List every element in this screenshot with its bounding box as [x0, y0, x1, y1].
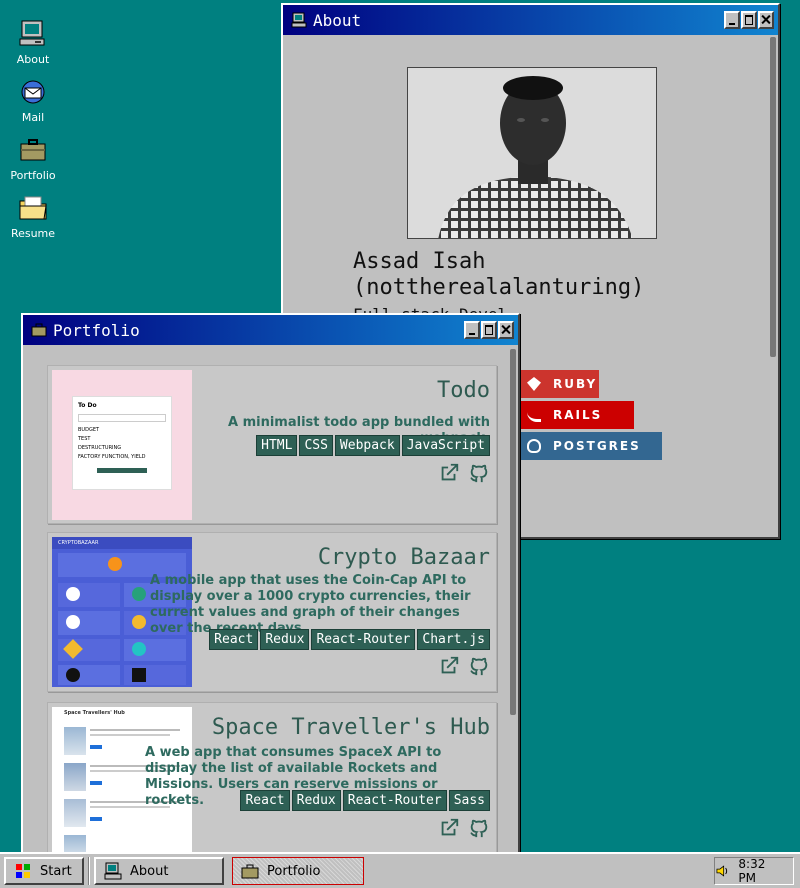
tech-tags: React Redux React-Router Sass: [240, 790, 490, 811]
windows-logo-icon: [16, 864, 30, 878]
briefcase-icon: [31, 323, 47, 337]
profile-photo: [407, 67, 657, 239]
folder-icon: [19, 196, 47, 220]
badge-label: RUBY: [553, 377, 598, 391]
todo-preview-item: FACTORY FUNCTION, YIELD: [78, 454, 146, 460]
badge-label: RAILS: [553, 408, 603, 422]
elephant-icon: [527, 439, 541, 453]
tech-tag: React-Router: [311, 629, 416, 650]
close-button[interactable]: [758, 11, 774, 29]
maximize-button[interactable]: [741, 11, 757, 29]
desktop-icon-resume[interactable]: Resume: [4, 192, 62, 240]
taskbar-item-portfolio[interactable]: Portfolio: [232, 857, 364, 885]
system-tray: 8:32 PM: [714, 857, 794, 885]
todo-preview-item: TEST: [78, 436, 91, 442]
desktop-icon-label: Mail: [21, 111, 45, 124]
rails-icon: [527, 408, 541, 422]
badge-rails: RAILS: [517, 401, 634, 429]
scrollbar[interactable]: [770, 37, 776, 357]
desktop-icon-portfolio[interactable]: Portfolio: [4, 134, 62, 182]
todo-preview-heading: To Do: [78, 402, 97, 409]
tech-tags: React Redux React-Router Chart.js: [209, 629, 490, 650]
project-card-crypto-bazaar: CRYPTOBAZAAR Crypto Bazaar A mobile app …: [47, 532, 497, 692]
taskbar-item-label: Portfolio: [267, 863, 321, 879]
project-links: [438, 655, 490, 677]
start-label: Start: [40, 863, 72, 879]
portfolio-window[interactable]: Portfolio To Do BUDGET TEST DESTRUCTURIN…: [21, 313, 520, 858]
name-line-1: Assad Isah: [353, 249, 486, 274]
todo-preview: To Do BUDGET TEST DESTRUCTURING FACTORY …: [72, 396, 172, 490]
external-link-icon[interactable]: [438, 655, 460, 677]
project-title: Crypto Bazaar: [317, 545, 490, 570]
tech-tag: JavaScript: [401, 435, 490, 456]
tech-tag: Chart.js: [417, 629, 490, 650]
tech-tags: HTML CSS Webpack JavaScript: [256, 435, 490, 456]
taskbar: Start About Portfolio 8:32 PM: [0, 852, 800, 888]
computer-icon: [19, 20, 45, 46]
profile-name: Assad Isah (nottherealalanturing): [353, 249, 673, 301]
github-icon[interactable]: [468, 655, 490, 677]
project-links: [438, 462, 490, 484]
mail-icon: [21, 80, 45, 104]
project-description: A mobile app that uses the Coin-Cap API …: [150, 573, 471, 636]
project-links: [438, 817, 490, 839]
tech-tag: Webpack: [334, 435, 400, 456]
minimize-button[interactable]: [464, 321, 480, 339]
github-icon[interactable]: [468, 817, 490, 839]
minimize-button[interactable]: [724, 11, 740, 29]
external-link-icon[interactable]: [438, 462, 460, 484]
project-title: Todo: [437, 378, 490, 403]
space-preview-brand: Space Travellers' Hub: [64, 710, 125, 716]
project-card-todo: To Do BUDGET TEST DESTRUCTURING FACTORY …: [47, 365, 497, 524]
tech-tag: Redux: [260, 629, 310, 650]
todo-preview-item: DESTRUCTURING: [78, 445, 122, 451]
project-card-space-travellers-hub: Space Travellers' Hub Space Traveller's …: [47, 702, 497, 855]
tech-tag: React-Router: [342, 790, 447, 811]
badge-postgres: POSTGRES: [517, 432, 662, 460]
computer-icon: [291, 12, 307, 28]
todo-preview-item: BUDGET: [78, 427, 100, 433]
desktop-icon-mail[interactable]: Mail: [4, 76, 62, 124]
briefcase-icon: [241, 864, 259, 879]
tech-tag: CSS: [299, 435, 333, 456]
taskbar-divider: [88, 857, 90, 885]
tech-tag: React: [209, 629, 259, 650]
tech-tag: React: [240, 790, 290, 811]
project-title: Space Traveller's Hub: [211, 715, 490, 740]
tech-tag: Redux: [291, 790, 341, 811]
speaker-icon[interactable]: [715, 863, 730, 879]
about-titlebar[interactable]: About: [283, 5, 778, 35]
crypto-preview-brand: CRYPTOBAZAAR: [52, 537, 192, 549]
start-button[interactable]: Start: [4, 857, 84, 885]
desktop-icon-label: Portfolio: [10, 169, 56, 182]
briefcase-icon: [20, 139, 46, 161]
badge-label: POSTGRES: [553, 439, 641, 453]
badge-ruby: RUBY: [517, 370, 599, 398]
taskbar-item-label: About: [130, 863, 169, 879]
clock: 8:32 PM: [738, 857, 766, 885]
desktop-icon-label: About: [16, 53, 50, 66]
tech-tag: HTML: [256, 435, 298, 456]
external-link-icon[interactable]: [438, 817, 460, 839]
name-line-2: (nottherealalanturing): [353, 275, 645, 300]
project-thumbnail: To Do BUDGET TEST DESTRUCTURING FACTORY …: [52, 370, 192, 520]
taskbar-item-about[interactable]: About: [94, 857, 224, 885]
ruby-icon: [527, 377, 541, 391]
portfolio-titlebar[interactable]: Portfolio: [23, 315, 518, 345]
desktop-icon-label: Resume: [10, 227, 56, 240]
scrollbar[interactable]: [510, 349, 516, 715]
tech-tag: Sass: [448, 790, 490, 811]
maximize-button[interactable]: [481, 321, 497, 339]
github-icon[interactable]: [468, 462, 490, 484]
desktop-icon-about[interactable]: About: [4, 18, 62, 66]
computer-icon: [104, 862, 122, 880]
close-button[interactable]: [498, 321, 514, 339]
window-title: About: [313, 10, 362, 30]
window-title: Portfolio: [53, 320, 140, 340]
